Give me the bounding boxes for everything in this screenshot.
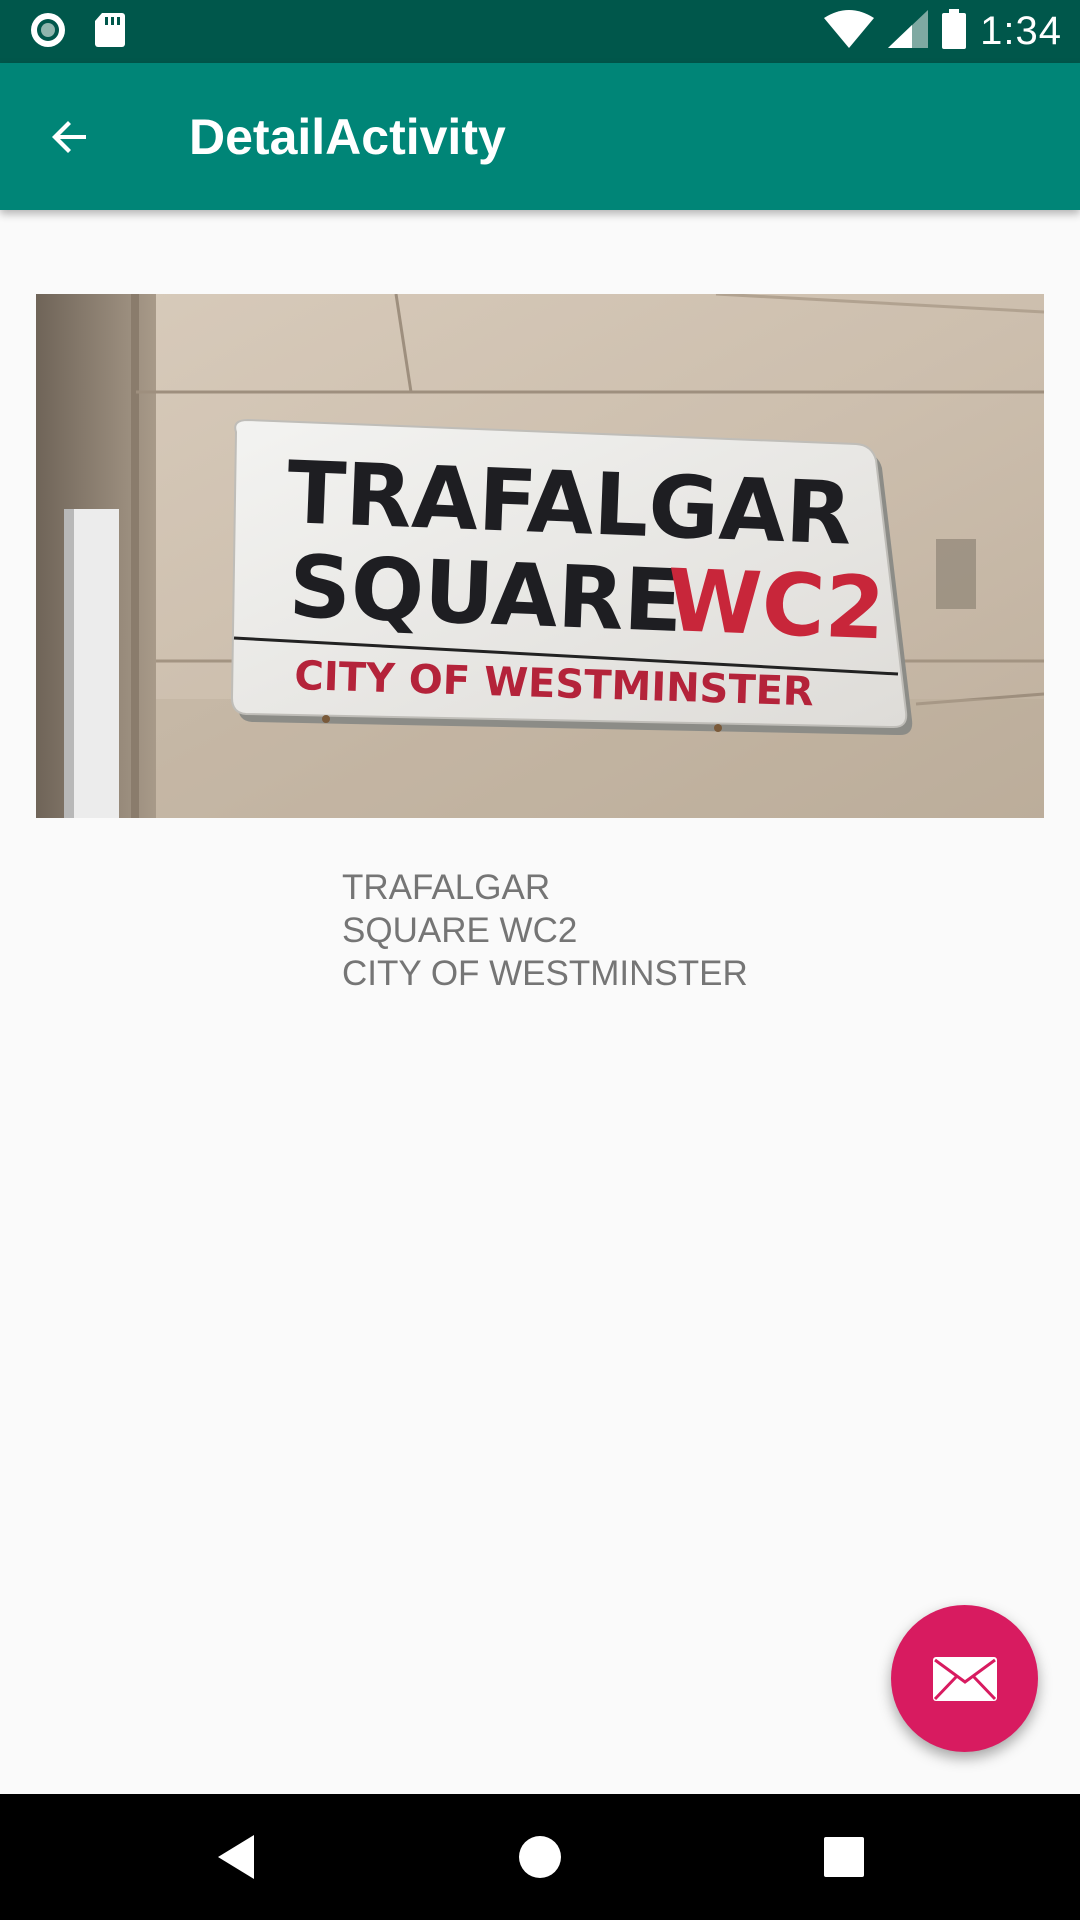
arrow-back-icon [52,121,86,153]
wifi-icon [824,9,875,53]
detail-text: TRAFALGAR SQUARE WC2 CITY OF WESTMINSTER [342,866,982,995]
detail-line-3: CITY OF WESTMINSTER [342,954,748,993]
detail-line-1: TRAFALGAR [342,868,551,907]
nav-recents-icon [824,1837,864,1877]
nav-home-icon [519,1836,561,1878]
nav-recents-button[interactable] [804,1817,884,1897]
email-fab-button[interactable] [891,1605,1038,1752]
sd-card-icon [94,11,126,54]
sign-lettering: TRAFALGAR SQUARE WC2 CITY OF WESTMINSTER [285,443,887,715]
battery-icon [942,8,967,54]
back-button[interactable] [36,103,104,171]
svg-text:WC2: WC2 [665,551,887,659]
nav-back-button[interactable] [196,1817,276,1897]
nav-back-icon [218,1835,254,1879]
sign-photo: TRAFALGAR SQUARE WC2 CITY OF WESTMINSTER [36,294,1044,818]
cell-signal-icon [888,9,929,53]
record-icon [28,10,68,55]
status-bar: 1:34 [0,0,1080,63]
svg-text:SQUARE: SQUARE [287,537,684,652]
status-time: 1:34 [980,8,1062,53]
navigation-bar [0,1794,1080,1920]
detail-line-2: SQUARE WC2 [342,911,578,950]
page-title: DetailActivity [189,109,506,165]
email-icon [932,1656,997,1701]
app-bar: DetailActivity [0,63,1080,210]
nav-home-button[interactable] [500,1817,580,1897]
